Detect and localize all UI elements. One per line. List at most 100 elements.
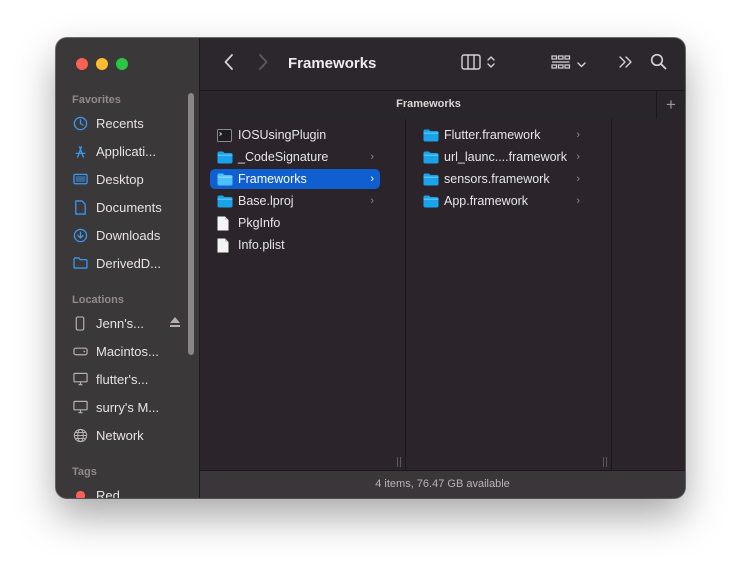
document-icon xyxy=(72,199,88,215)
file-icon xyxy=(217,216,233,230)
tab-frameworks[interactable]: Frameworks xyxy=(200,98,657,110)
item-label: Base.lproj xyxy=(238,194,294,208)
sidebar-item-label: Network xyxy=(96,427,144,443)
folder-icon xyxy=(423,194,439,208)
locations-heading: Locations xyxy=(72,294,124,306)
chevron-left-icon xyxy=(223,53,235,76)
applications-icon xyxy=(72,143,88,159)
sidebar-item-iphone[interactable]: Jenn's... xyxy=(72,312,190,334)
sidebar: Favorites Recents Applicati... Desktop D… xyxy=(56,38,200,498)
zoom-button[interactable] xyxy=(116,58,128,70)
sidebar-item-label: Jenn's... xyxy=(96,315,145,331)
window-controls xyxy=(76,58,128,70)
sidebar-scrollbar[interactable] xyxy=(188,93,194,355)
folder-icon xyxy=(72,255,88,271)
desktop-icon xyxy=(72,171,88,187)
download-icon xyxy=(72,227,88,243)
forward-button[interactable] xyxy=(252,52,274,76)
toolbar: Frameworks xyxy=(200,38,685,90)
sidebar-item-recents[interactable]: Recents xyxy=(72,112,190,134)
group-button[interactable] xyxy=(548,52,588,76)
item-label: Frameworks xyxy=(238,172,307,186)
list-item-selected[interactable]: Frameworks › xyxy=(210,169,380,189)
list-item[interactable]: sensors.framework › xyxy=(416,169,586,189)
columns-view-icon xyxy=(461,53,481,75)
tags-heading: Tags xyxy=(72,466,97,478)
folder-icon xyxy=(217,172,233,186)
new-tab-button[interactable]: + xyxy=(656,91,685,119)
sidebar-item-label: Documents xyxy=(96,199,162,215)
finder-window: Favorites Recents Applicati... Desktop D… xyxy=(56,38,685,498)
item-label: PkgInfo xyxy=(238,216,281,230)
minimize-button[interactable] xyxy=(96,58,108,70)
sidebar-item-macintosh-hd[interactable]: Macintos... xyxy=(72,340,190,362)
list-item[interactable]: Info.plist xyxy=(210,235,380,255)
close-button[interactable] xyxy=(76,58,88,70)
sidebar-item-documents[interactable]: Documents xyxy=(72,196,190,218)
column-resize-handle[interactable] xyxy=(603,457,609,467)
item-label: _CodeSignature xyxy=(238,150,329,164)
item-label: sensors.framework xyxy=(444,172,550,186)
globe-icon xyxy=(72,427,88,443)
sidebar-item-label: Desktop xyxy=(96,171,144,187)
folder-icon xyxy=(423,150,439,164)
chevron-updown-icon xyxy=(487,55,495,74)
chevron-right-icon: › xyxy=(370,151,374,163)
folder-icon xyxy=(217,194,233,208)
tab-bar: Frameworks + xyxy=(200,90,685,120)
sidebar-item-tag-red[interactable]: Red xyxy=(72,484,190,498)
item-label: url_launc....framework xyxy=(444,150,567,164)
sidebar-item-label: Macintos... xyxy=(96,343,159,359)
item-label: Flutter.framework xyxy=(444,128,541,142)
search-button[interactable] xyxy=(646,52,670,76)
search-icon xyxy=(650,53,667,75)
folder-icon xyxy=(423,128,439,142)
sidebar-item-network[interactable]: Network xyxy=(72,424,190,446)
back-button[interactable] xyxy=(218,52,240,76)
sidebar-item-flutter-mac[interactable]: flutter's... xyxy=(72,368,190,390)
list-item[interactable]: Flutter.framework › xyxy=(416,125,586,145)
sidebar-item-surry-mac[interactable]: surry's M... xyxy=(72,396,190,418)
view-mode-button[interactable] xyxy=(456,52,500,76)
grid-icon xyxy=(550,54,571,75)
chevron-right-icon: › xyxy=(576,129,580,141)
chevron-right-icon xyxy=(257,53,269,76)
executable-icon xyxy=(217,128,233,142)
status-bar: 4 items, 76.47 GB available xyxy=(200,470,685,498)
sidebar-item-label: DerivedD... xyxy=(96,255,162,271)
folder-icon xyxy=(217,150,233,164)
sidebar-item-label: Red xyxy=(96,487,120,499)
sidebar-item-deriveddata[interactable]: DerivedD... xyxy=(72,252,190,274)
hard-drive-icon xyxy=(72,343,88,359)
chevron-right-icon: › xyxy=(370,195,374,207)
item-label: App.framework xyxy=(444,194,529,208)
display-icon xyxy=(72,399,88,415)
sidebar-item-downloads[interactable]: Downloads xyxy=(72,224,190,246)
chevron-right-icon: › xyxy=(576,195,580,207)
item-label: Info.plist xyxy=(238,238,285,252)
plus-icon: + xyxy=(666,95,676,114)
sidebar-item-applications[interactable]: Applicati... xyxy=(72,140,190,162)
list-item[interactable]: Base.lproj › xyxy=(210,191,380,211)
favorites-heading: Favorites xyxy=(72,94,121,106)
clock-icon xyxy=(72,115,88,131)
list-item[interactable]: url_launc....framework › xyxy=(416,147,586,167)
column-resize-handle[interactable] xyxy=(397,457,403,467)
list-item[interactable]: IOSUsingPlugin xyxy=(210,125,380,145)
more-toolbar-button[interactable] xyxy=(614,52,638,76)
column-2: Flutter.framework › url_launc....framewo… xyxy=(406,119,612,471)
item-label: IOSUsingPlugin xyxy=(238,128,327,142)
folder-icon xyxy=(423,172,439,186)
list-item[interactable]: PkgInfo xyxy=(210,213,380,233)
sidebar-item-label: Downloads xyxy=(96,227,161,243)
chevron-down-icon xyxy=(576,55,586,73)
chevron-right-icon: › xyxy=(576,151,580,163)
column-1: IOSUsingPlugin _CodeSignature › Framewor… xyxy=(200,119,406,471)
double-chevron-icon xyxy=(618,55,634,74)
display-icon xyxy=(72,371,88,387)
list-item[interactable]: _CodeSignature › xyxy=(210,147,380,167)
list-item[interactable]: App.framework › xyxy=(416,191,586,211)
chevron-right-icon: › xyxy=(576,173,580,185)
eject-icon[interactable] xyxy=(169,315,181,329)
sidebar-item-desktop[interactable]: Desktop xyxy=(72,168,190,190)
